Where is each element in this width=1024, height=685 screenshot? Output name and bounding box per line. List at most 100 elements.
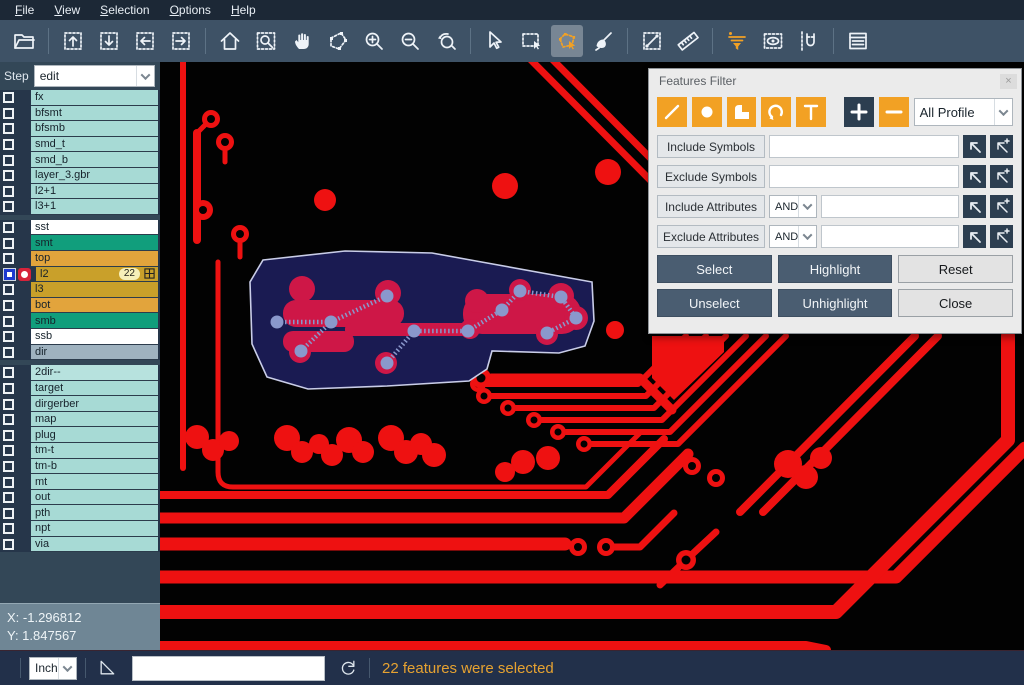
layer-row-bfsmt[interactable]: bfsmt — [0, 106, 160, 122]
corner-snap-icon[interactable] — [94, 656, 120, 680]
panel-list-icon[interactable] — [842, 25, 874, 57]
layer-row-target[interactable]: target — [0, 381, 160, 397]
layer-row-map[interactable]: map — [0, 412, 160, 428]
arrow-up-box-icon[interactable] — [57, 25, 89, 57]
layer-checkbox[interactable] — [3, 430, 14, 441]
pad-feature-icon[interactable] — [692, 97, 722, 127]
layer-checkbox[interactable] — [3, 300, 14, 311]
layer-row-bot[interactable]: bot — [0, 298, 160, 314]
home-icon[interactable] — [214, 25, 246, 57]
text-feature-icon[interactable] — [796, 97, 826, 127]
include-attributes-input[interactable] — [821, 195, 959, 218]
open-icon[interactable] — [8, 25, 40, 57]
transform-region-icon[interactable] — [322, 25, 354, 57]
pick-attribute-add-icon[interactable] — [990, 195, 1013, 218]
layer-row-l3[interactable]: l3 — [0, 282, 160, 298]
highlight-button[interactable]: Highlight — [778, 255, 893, 283]
unit-select[interactable]: Inch — [29, 657, 77, 680]
layer-checkbox[interactable] — [3, 492, 14, 503]
layer-row-l2+1[interactable]: l2+1 — [0, 184, 160, 200]
menu-view[interactable]: View — [45, 1, 89, 19]
exclude-symbols-button[interactable]: Exclude Symbols — [657, 165, 765, 188]
layer-checkbox[interactable] — [3, 155, 14, 166]
refresh-icon[interactable] — [335, 656, 361, 680]
layer-checkbox[interactable] — [3, 92, 14, 103]
layer-row-pth[interactable]: pth — [0, 505, 160, 521]
pick-symbol-add-icon[interactable] — [990, 135, 1013, 158]
layer-checkbox[interactable] — [3, 284, 14, 295]
command-input[interactable] — [132, 656, 325, 681]
pick-symbol-icon[interactable] — [963, 165, 986, 188]
pick-symbol-add-icon[interactable] — [990, 165, 1013, 188]
view-eye-icon[interactable] — [757, 25, 789, 57]
layer-row-l3+1[interactable]: l3+1 — [0, 199, 160, 215]
polygon-select-icon[interactable] — [551, 25, 583, 57]
exclude-attributes-op-select[interactable]: AND — [769, 225, 817, 248]
layer-row-layer_3.gbr[interactable]: layer_3.gbr — [0, 168, 160, 184]
layer-checkbox[interactable] — [3, 331, 14, 342]
measure-icon[interactable] — [636, 25, 668, 57]
plus-mode-icon[interactable] — [844, 97, 874, 127]
layer-checkbox[interactable] — [3, 523, 14, 534]
include-symbols-button[interactable]: Include Symbols — [657, 135, 765, 158]
layer-row-smt[interactable]: smt — [0, 235, 160, 251]
layer-row-l2[interactable]: l222 — [0, 267, 160, 283]
layer-row-smd_b[interactable]: smd_b — [0, 152, 160, 168]
include-attributes-op-select[interactable]: AND — [769, 195, 817, 218]
exclude-attributes-input[interactable] — [821, 225, 959, 248]
select-button[interactable]: Select — [657, 255, 772, 283]
snap-magnet-icon[interactable] — [793, 25, 825, 57]
zoom-window-icon[interactable] — [250, 25, 282, 57]
layer-checkbox[interactable] — [3, 108, 14, 119]
pick-attribute-icon[interactable] — [963, 225, 986, 248]
layer-row-smd_t[interactable]: smd_t — [0, 137, 160, 153]
line-feature-icon[interactable] — [657, 97, 687, 127]
pan-icon[interactable] — [286, 25, 318, 57]
layer-row-dir[interactable]: dir — [0, 345, 160, 361]
layer-checkbox[interactable] — [3, 222, 14, 233]
layer-row-fx[interactable]: fx — [0, 90, 160, 106]
layer-checkbox-checked[interactable] — [3, 268, 16, 281]
layer-checkbox[interactable] — [3, 399, 14, 410]
layer-row-ssb[interactable]: ssb — [0, 329, 160, 345]
layer-checkbox[interactable] — [3, 539, 14, 550]
layer-checkbox[interactable] — [3, 445, 14, 456]
layer-checkbox[interactable] — [3, 139, 14, 150]
menu-help[interactable]: Help — [222, 1, 265, 19]
layer-row-dirgerber[interactable]: dirgerber — [0, 396, 160, 412]
reset-button[interactable]: Reset — [898, 255, 1013, 283]
arc-feature-icon[interactable] — [761, 97, 791, 127]
include-symbols-input[interactable] — [769, 135, 959, 158]
layer-checkbox[interactable] — [3, 414, 14, 425]
pick-attribute-icon[interactable] — [963, 195, 986, 218]
arrow-left-box-icon[interactable] — [129, 25, 161, 57]
layer-checkbox[interactable] — [3, 170, 14, 181]
exclude-symbols-input[interactable] — [769, 165, 959, 188]
layer-checkbox[interactable] — [3, 201, 14, 212]
include-attributes-button[interactable]: Include Attributes — [657, 195, 765, 218]
layer-row-out[interactable]: out — [0, 490, 160, 506]
layer-row-tm-b[interactable]: tm-b — [0, 459, 160, 475]
layer-checkbox[interactable] — [3, 238, 14, 249]
unhighlight-button[interactable]: Unhighlight — [778, 289, 893, 317]
layer-row-mt[interactable]: mt — [0, 474, 160, 490]
select-pointer-icon[interactable] — [479, 25, 511, 57]
layer-checkbox[interactable] — [3, 461, 14, 472]
arrow-down-box-icon[interactable] — [93, 25, 125, 57]
close-icon[interactable]: × — [1000, 74, 1017, 89]
layer-row-bfsmb[interactable]: bfsmb — [0, 121, 160, 137]
layer-row-npt[interactable]: npt — [0, 521, 160, 537]
layer-row-plug[interactable]: plug — [0, 427, 160, 443]
clean-brush-icon[interactable] — [587, 25, 619, 57]
close-button[interactable]: Close — [898, 289, 1013, 317]
layer-row-smb[interactable]: smb — [0, 313, 160, 329]
layer-checkbox[interactable] — [3, 477, 14, 488]
arrow-right-box-icon[interactable] — [165, 25, 197, 57]
menu-options[interactable]: Options — [161, 1, 220, 19]
layer-checkbox[interactable] — [3, 123, 14, 134]
pick-attribute-add-icon[interactable] — [990, 225, 1013, 248]
layer-checkbox[interactable] — [3, 383, 14, 394]
layer-checkbox[interactable] — [3, 316, 14, 327]
layer-checkbox[interactable] — [3, 186, 14, 197]
surface-feature-icon[interactable] — [727, 97, 757, 127]
